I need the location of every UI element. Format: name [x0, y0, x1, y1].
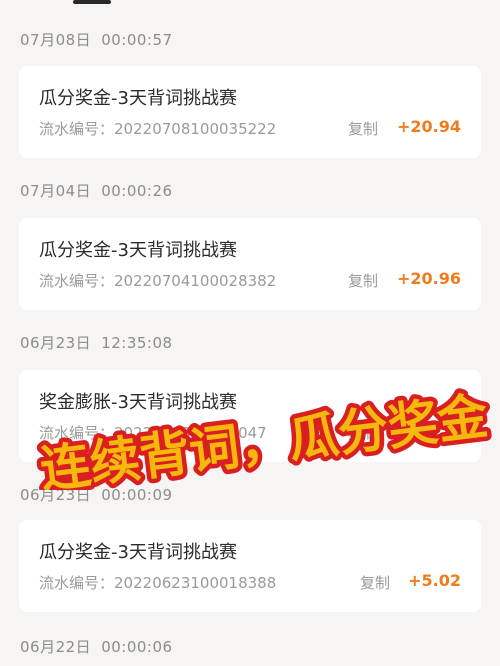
- serial-number: 流水编号：20220623100018388: [39, 572, 276, 593]
- record-time: 00:00:06: [101, 638, 173, 656]
- amount: +20.96: [396, 269, 461, 288]
- transaction-title: 奖金膨胀-3天背词挑战赛: [39, 392, 237, 413]
- transaction-title: 瓜分奖金-3天背词挑战赛: [39, 240, 237, 261]
- record-date: 07月04日: [20, 182, 92, 200]
- serial-value: 2022062310013047: [114, 424, 267, 442]
- record-time: 00:00:26: [101, 182, 173, 200]
- transaction-card[interactable]: 瓜分奖金-3天背词挑战赛 流水编号：20220623100018388 复制 +…: [19, 520, 481, 612]
- serial-value: 20220623100018388: [114, 574, 277, 592]
- date-header: 06月22日 00:00:06: [20, 636, 173, 657]
- record-time: 12:35:08: [101, 334, 173, 352]
- transaction-title: 瓜分奖金-3天背词挑战赛: [39, 542, 237, 563]
- transaction-card[interactable]: 奖金膨胀-3天背词挑战赛 流水编号：2022062310013047 复制: [19, 370, 481, 462]
- transaction-history-page: 07月08日 00:00:57 瓜分奖金-3天背词挑战赛 流水编号：2022070…: [0, 0, 500, 666]
- serial-label: 流水编号：: [39, 424, 115, 442]
- serial-number: 流水编号：20220708100035222: [39, 118, 276, 139]
- serial-label: 流水编号：: [39, 120, 115, 138]
- serial-label: 流水编号：: [39, 574, 115, 592]
- record-date: 06月23日: [20, 486, 92, 504]
- copy-button[interactable]: 复制: [348, 118, 378, 139]
- copy-button[interactable]: 复制: [348, 422, 378, 443]
- record-time: 00:00:09: [101, 486, 173, 504]
- transaction-card[interactable]: 瓜分奖金-3天背词挑战赛 流水编号：20220708100035222 复制 +…: [19, 66, 481, 158]
- date-header: 07月04日 00:00:26: [20, 180, 173, 201]
- tab-indicator: [73, 0, 111, 4]
- record-date: 06月22日: [20, 638, 92, 656]
- transaction-title: 瓜分奖金-3天背词挑战赛: [39, 88, 237, 109]
- serial-number: 流水编号：20220704100028382: [39, 270, 276, 291]
- copy-button[interactable]: 复制: [360, 572, 390, 593]
- amount: +20.94: [396, 117, 461, 136]
- date-header: 06月23日 00:00:09: [20, 484, 173, 505]
- date-header: 07月08日 00:00:57: [20, 29, 173, 50]
- date-header: 06月23日 12:35:08: [20, 332, 173, 353]
- copy-button[interactable]: 复制: [348, 270, 378, 291]
- record-date: 06月23日: [20, 334, 92, 352]
- serial-value: 20220708100035222: [114, 120, 277, 138]
- serial-label: 流水编号：: [39, 272, 115, 290]
- serial-value: 20220704100028382: [114, 272, 277, 290]
- transaction-card[interactable]: 瓜分奖金-3天背词挑战赛 流水编号：20220704100028382 复制 +…: [19, 218, 481, 310]
- serial-number: 流水编号：2022062310013047: [39, 422, 267, 443]
- amount: +5.02: [408, 571, 461, 590]
- record-time: 00:00:57: [101, 31, 173, 49]
- record-date: 07月08日: [20, 31, 92, 49]
